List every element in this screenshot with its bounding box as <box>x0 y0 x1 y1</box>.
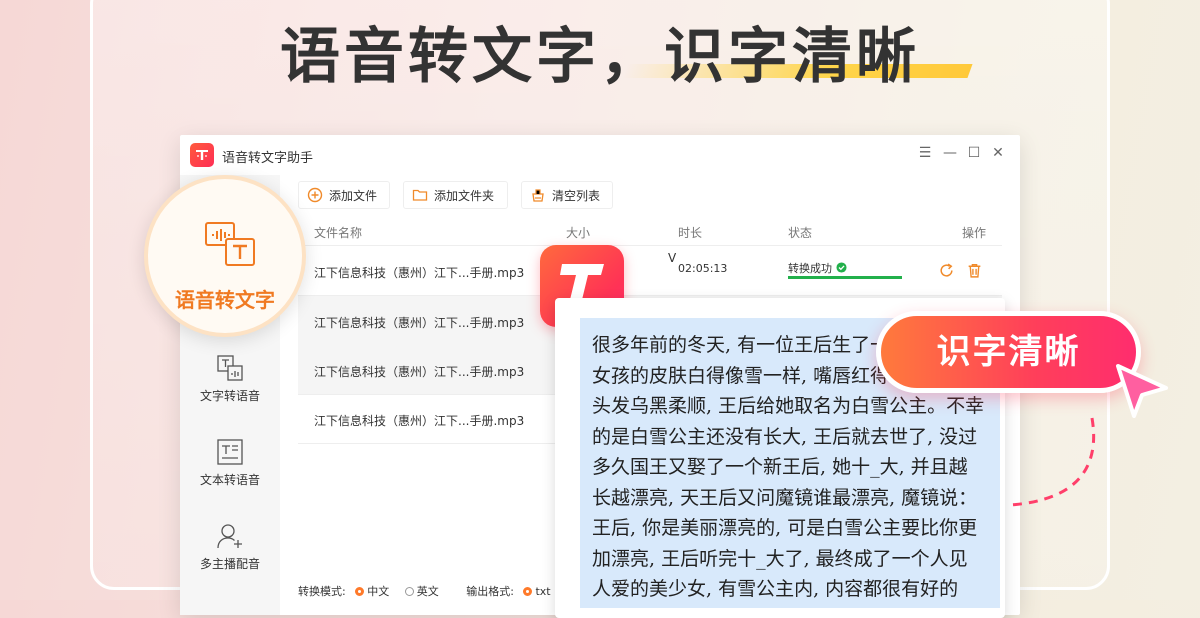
folder-icon <box>412 189 428 201</box>
sidebar-item-label: 文本转语音 <box>199 473 260 487</box>
progress-bar <box>788 276 902 279</box>
dashed-connector <box>1009 417 1096 507</box>
mode-label: 转换模式: <box>298 585 346 598</box>
app-title: 语音转文字助手 <box>222 151 314 166</box>
maximize-button[interactable]: ☐ <box>964 145 984 161</box>
pointer-cursor-icon <box>1116 364 1168 418</box>
broom-icon <box>532 189 544 202</box>
add-file-button[interactable]: 添加文件 <box>298 181 390 209</box>
file-duration: 02:05:13 <box>678 262 728 275</box>
clear-list-button[interactable]: 清空列表 <box>521 181 613 209</box>
add-folder-button[interactable]: 添加文件夹 <box>403 181 508 209</box>
speech-to-text-icon <box>205 222 255 266</box>
delete-icon[interactable] <box>966 262 983 279</box>
mode-english-radio[interactable]: 英文 <box>404 585 439 598</box>
title-bar: 语音转文字助手 ☰ — ☐ ✕ <box>180 135 1020 175</box>
sidebar-item-label: 多主播配音 <box>199 557 260 571</box>
file-name: 江下信息科技（惠州）江下...手册.mp3 <box>314 414 525 428</box>
column-header-name: 文件名称 <box>314 226 363 240</box>
multi-voice-icon <box>217 524 242 549</box>
close-button[interactable]: ✕ <box>988 145 1008 161</box>
file-name: 江下信息科技（惠州）江下...手册.mp3 <box>314 365 525 379</box>
minimize-button[interactable]: — <box>940 145 960 161</box>
file-size: V <box>668 251 677 265</box>
headline: 语音转文字，识字清晰 <box>280 22 920 92</box>
column-header-status: 状态 <box>788 226 813 240</box>
text-to-speech-icon <box>217 355 243 381</box>
progress-track <box>788 276 902 279</box>
app-logo-icon <box>190 143 214 167</box>
sidebar-item-multi-voice[interactable]: 多主播配音 <box>180 521 280 572</box>
sidebar-item-text-to-speech[interactable]: 文字转语音 <box>180 353 280 404</box>
feature-label: 语音转文字 <box>175 288 275 312</box>
clear-recognition-pill: 识字清晰 <box>876 311 1141 393</box>
add-circle-icon <box>307 187 323 203</box>
column-header-size: 大小 <box>566 226 591 240</box>
retry-icon[interactable] <box>938 262 955 279</box>
mode-chinese-radio[interactable]: 中文 <box>355 585 389 598</box>
column-header-duration: 时长 <box>678 226 703 240</box>
table-row[interactable]: 江下信息科技（惠州）江下...手册.mp3 V 02:05:13 转换成功 <box>298 246 1002 296</box>
sidebar-item-document-to-speech[interactable]: 文本转语音 <box>180 437 280 488</box>
file-name: 江下信息科技（惠州）江下...手册.mp3 <box>314 266 525 280</box>
speech-to-text-feature-badge[interactable]: 语音转文字 <box>144 175 306 337</box>
sidebar-item-label: 文字转语音 <box>199 389 260 403</box>
column-header-action: 操作 <box>962 226 987 240</box>
table-header: 文件名称 大小 时长 状态 操作 <box>298 219 1002 246</box>
status-text: 转换成功 <box>788 260 847 276</box>
format-label: 输出格式: <box>466 585 514 598</box>
check-circle-icon <box>835 262 847 273</box>
format-txt-radio[interactable]: txt <box>523 585 551 598</box>
document-to-speech-icon <box>217 439 243 465</box>
menu-icon[interactable]: ☰ <box>915 145 935 161</box>
file-name: 江下信息科技（惠州）江下...手册.mp3 <box>314 316 525 330</box>
